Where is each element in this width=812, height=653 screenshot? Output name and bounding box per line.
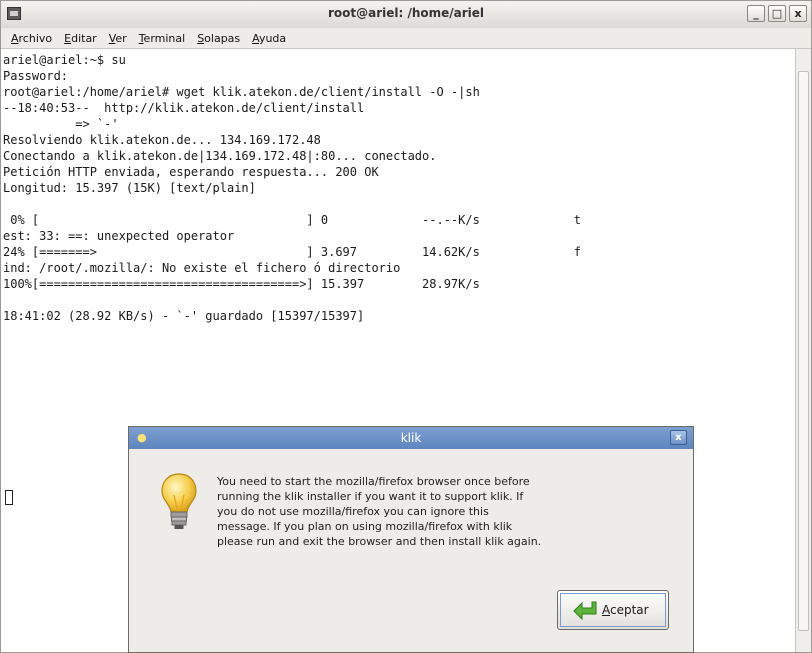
terminal-line: => `-' [3,117,119,131]
scrollbar-thumb[interactable] [798,71,809,631]
window-title: root@ariel: /home/ariel [327,6,485,20]
aceptar-label: Aceptar [602,603,649,617]
menu-archivo[interactable]: Archivo [5,32,58,45]
close-button[interactable]: x [789,5,807,22]
dialog-title-bar[interactable]: ● klik x [129,427,693,449]
terminal-line: Password: [3,69,69,83]
terminal-line: 24% [=======> ] 3.697 14.62K/s f [3,245,581,259]
terminal-line: Longitud: 15.397 (15K) [text/plain] [3,181,256,195]
dialog-close-button[interactable]: x [670,430,687,445]
menu-terminal[interactable]: Terminal [133,32,192,45]
title-bar[interactable]: root@ariel: /home/ariel _ □ x [1,1,811,29]
window-controls: _ □ x [747,5,807,22]
menu-ayuda[interactable]: Ayuda [246,32,292,45]
aceptar-button[interactable]: Aceptar [557,590,669,630]
terminal-line: 0% [ ] 0 --.--K/s t [3,213,581,227]
maximize-button[interactable]: □ [768,5,786,22]
enter-arrow-icon [573,601,597,621]
terminal-line: Resolviendo klik.atekon.de... 134.169.17… [3,133,321,147]
terminal-line: est: 33: ==: unexpected operator [3,229,235,243]
menu-bar: Archivo Editar Ver Terminal Solapas Ayud… [1,28,811,49]
terminal-line: ariel@ariel:~$ su [3,53,126,67]
menu-solapas[interactable]: Solapas [191,32,246,45]
terminal-line: Petición HTTP enviada, esperando respues… [3,165,379,179]
terminal-line: ind: /root/.mozilla/: No existe el fiche… [3,261,401,275]
menu-ver[interactable]: Ver [103,32,133,45]
terminal-line: 18:41:02 (28.92 KB/s) - `-' guardado [15… [3,309,365,323]
minimize-button[interactable]: _ [747,5,765,22]
dialog-title: klik [400,431,422,445]
lightbulb-icon [161,473,197,529]
terminal-line: Conectando a klik.atekon.de|134.169.172.… [3,149,437,163]
terminal-cursor [5,490,13,505]
terminal-scrollbar[interactable] [795,49,811,652]
terminal-line: root@ariel:/home/ariel# wget klik.atekon… [3,85,480,99]
menu-editar[interactable]: Editar [58,32,103,45]
klik-dialog: ● klik x You need to start the mozilla/f… [128,426,694,653]
dialog-message: You need to start the mozilla/firefox br… [217,475,542,548]
terminal-line: --18:40:53-- http://klik.atekon.de/clien… [3,101,365,115]
terminal-line: 100%[===================================… [3,277,480,291]
